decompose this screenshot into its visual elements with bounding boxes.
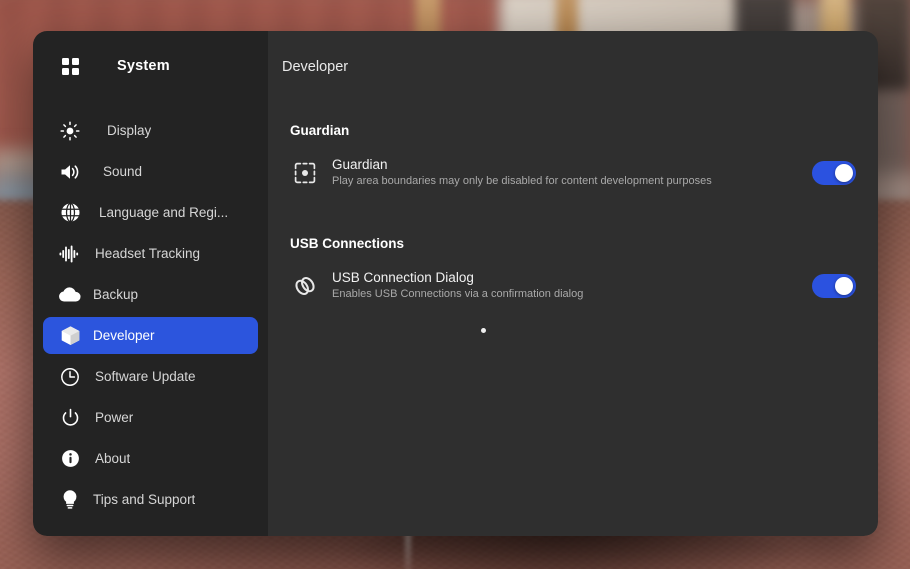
settings-panel: System Display Sound Language and Regi..… [33, 31, 878, 536]
sidebar-item-label: Language and Regi... [99, 205, 229, 220]
page-title: Developer [282, 59, 349, 75]
lightbulb-icon [57, 487, 83, 513]
sidebar-header: System [33, 31, 268, 101]
setting-title: Guardian [332, 157, 388, 172]
pagination-dots [88, 328, 878, 333]
settings-scroll-body[interactable]: Guardian Guardian Play area boundaries m… [268, 101, 878, 536]
toggle-knob [835, 276, 853, 295]
pagination-dot-active[interactable] [480, 328, 486, 333]
setting-title: USB Connection Dialog [332, 270, 474, 285]
sidebar-item-label: Backup [93, 287, 139, 302]
sidebar-item-software-update[interactable]: Software Update [43, 358, 258, 395]
sidebar-item-label: About [95, 451, 131, 466]
sidebar-item-label: Headset Tracking [95, 246, 201, 261]
sidebar-item-backup[interactable]: Backup [43, 276, 258, 313]
setting-row-usb-connection-dialog[interactable]: USB Connection Dialog Enables USB Connec… [268, 251, 878, 302]
power-icon [57, 405, 83, 431]
sidebar-item-headset-tracking[interactable]: Headset Tracking [43, 235, 258, 272]
setting-text-group: USB Connection Dialog Enables USB Connec… [332, 269, 812, 302]
cube-icon [57, 323, 83, 349]
clock-icon [57, 364, 83, 390]
sidebar-item-sound[interactable]: Sound [43, 153, 258, 190]
globe-icon [57, 200, 83, 226]
sidebar-item-label: Sound [103, 164, 143, 179]
sidebar-title: System [117, 58, 170, 74]
link-icon [290, 271, 320, 301]
settings-sidebar: System Display Sound Language and Regi..… [33, 31, 268, 536]
toggle-knob [835, 163, 853, 182]
sidebar-item-label: Software Update [95, 369, 196, 384]
section-heading: USB Connections [290, 236, 405, 251]
setting-description: Play area boundaries may only be disable… [332, 175, 712, 187]
settings-content-pane: Developer Guardian Guardian Play area bo… [268, 31, 878, 536]
sidebar-item-label: Display [107, 123, 152, 138]
waveform-icon [57, 241, 83, 267]
setting-description: Enables USB Connections via a confirmati… [332, 288, 584, 300]
grid-icon [57, 53, 83, 79]
sidebar-item-label: Tips and Support [93, 492, 196, 507]
setting-row-guardian[interactable]: Guardian Play area boundaries may only b… [268, 138, 878, 189]
sidebar-item-about[interactable]: About [43, 440, 258, 477]
setting-text-group: Guardian Play area boundaries may only b… [332, 156, 812, 189]
info-icon [57, 446, 83, 472]
guardian-toggle[interactable] [812, 160, 856, 185]
section-guardian: Guardian Guardian Play area boundaries m… [268, 101, 878, 189]
sidebar-item-language-and-region[interactable]: Language and Regi... [43, 194, 258, 231]
sidebar-item-power[interactable]: Power [43, 399, 258, 436]
sidebar-item-display[interactable]: Display [43, 112, 258, 149]
speaker-icon [57, 159, 83, 185]
sidebar-item-tips-and-support[interactable]: Tips and Support [43, 481, 258, 518]
section-usb-connections: USB Connections USB Connection Dialog En… [268, 189, 878, 302]
section-heading: Guardian [290, 123, 350, 138]
play-area-boundary-icon [290, 158, 320, 188]
brightness-icon [57, 118, 83, 144]
sidebar-item-developer[interactable]: Developer [43, 317, 258, 354]
sidebar-item-label: Power [95, 410, 134, 425]
usb-connection-dialog-toggle[interactable] [812, 273, 856, 298]
cloud-icon [57, 282, 83, 308]
